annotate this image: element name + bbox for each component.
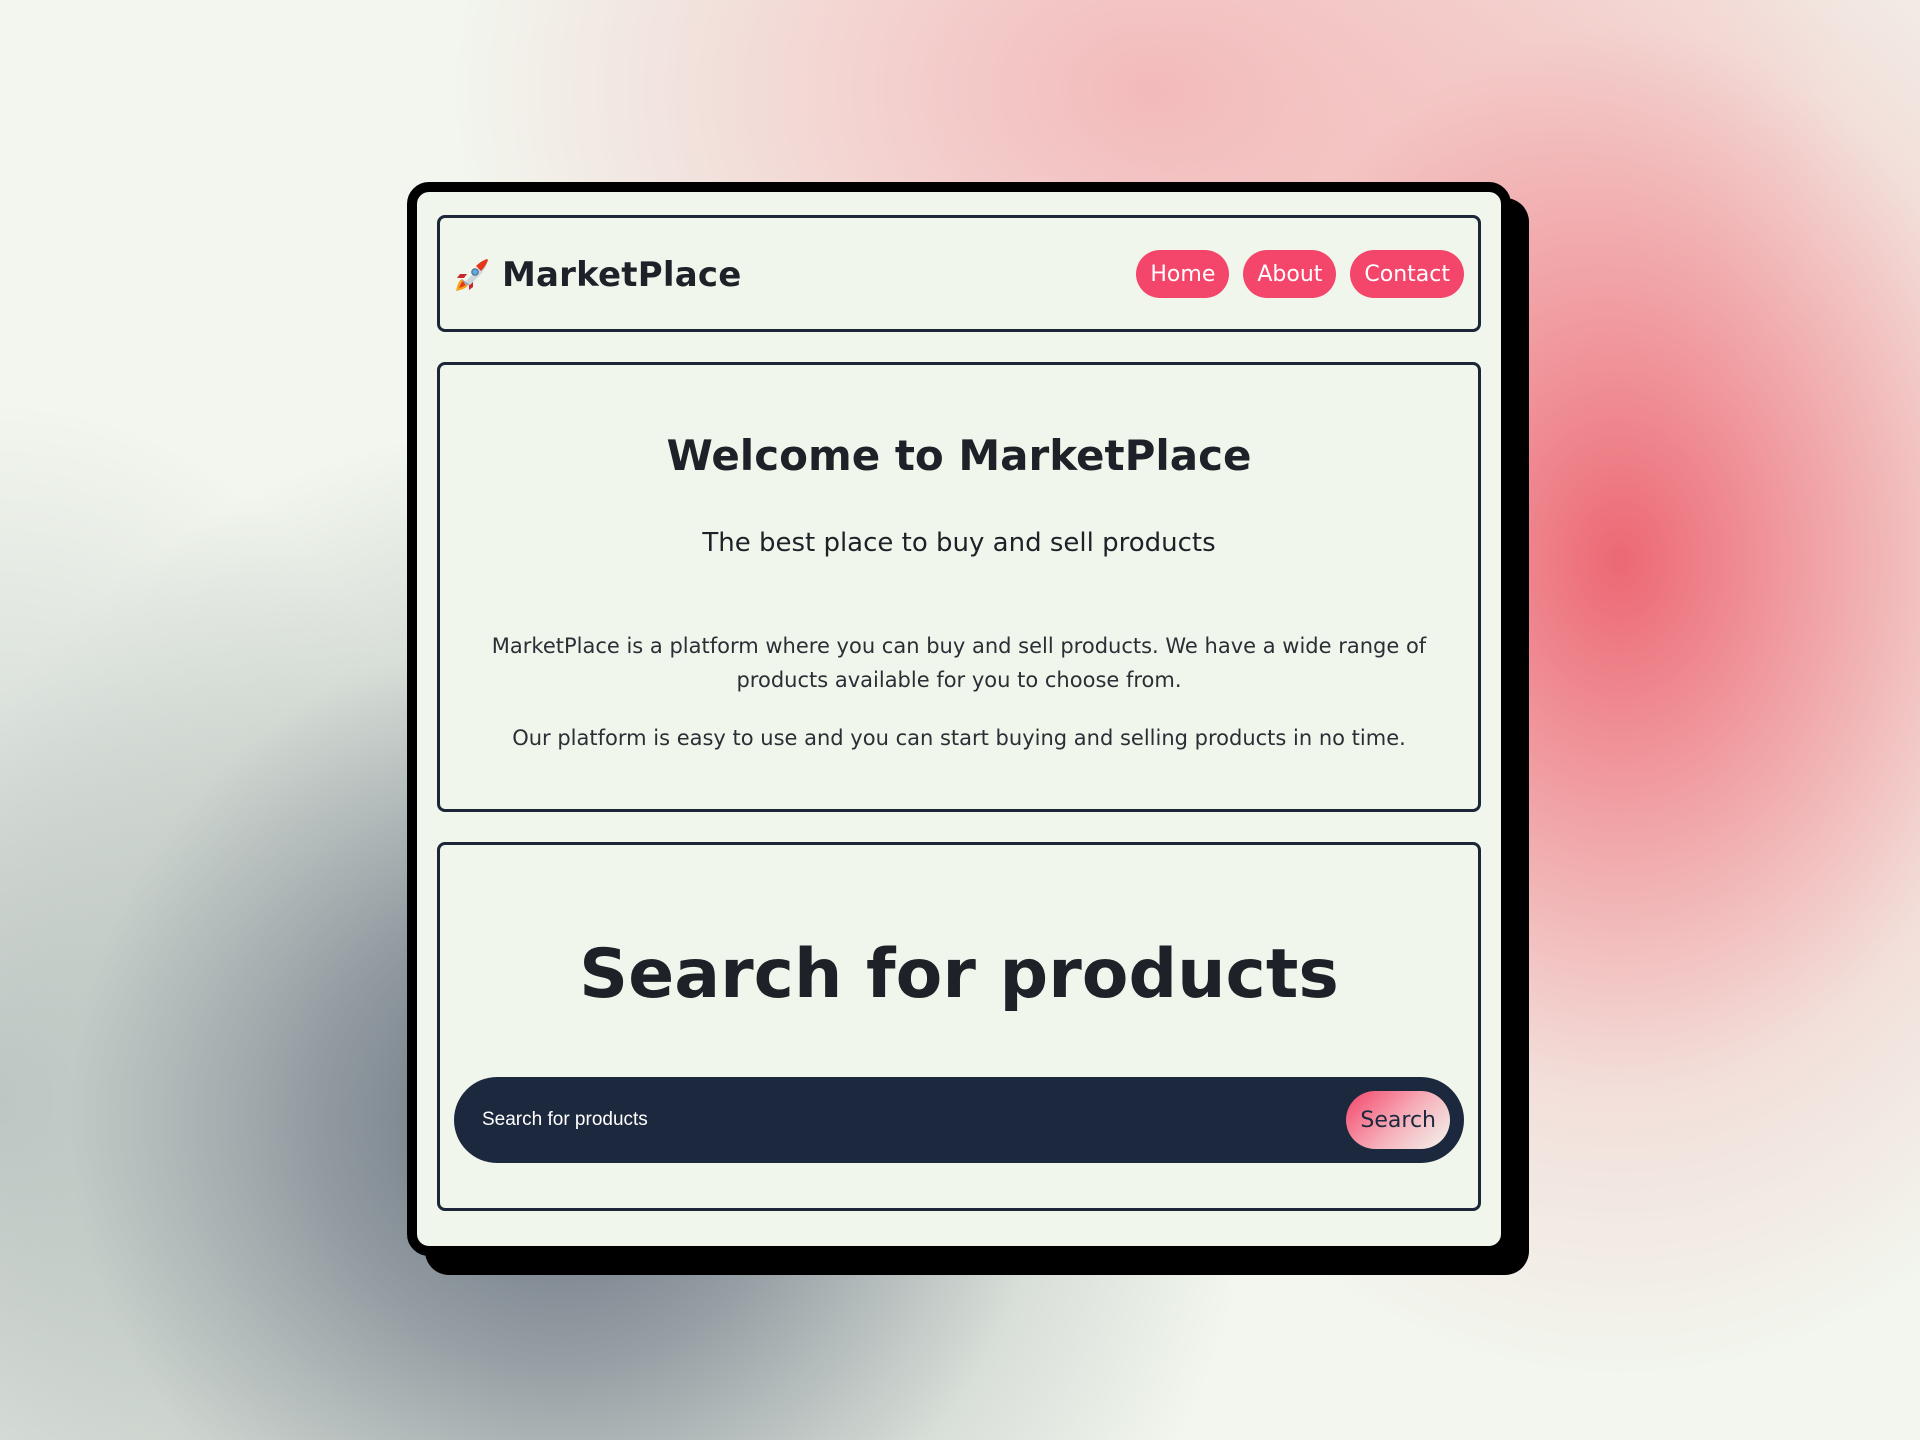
search-button[interactable]: Search <box>1346 1091 1450 1149</box>
brand[interactable]: MarketPlace <box>454 255 742 295</box>
nav-contact-button[interactable]: Contact <box>1350 250 1464 298</box>
hero-title: Welcome to MarketPlace <box>666 431 1252 480</box>
navbar: MarketPlace Home About Contact <box>437 215 1481 332</box>
hero-subtitle: The best place to buy and sell products <box>702 528 1216 558</box>
search-title: Search for products <box>579 935 1339 1014</box>
search-section: Search for products Search <box>437 842 1481 1211</box>
hero-paragraph: Our platform is easy to use and you can … <box>512 726 1406 750</box>
nav-home-button[interactable]: Home <box>1136 250 1230 298</box>
hero-section: Welcome to MarketPlace The best place to… <box>437 362 1481 812</box>
search-bar: Search <box>454 1077 1464 1163</box>
search-input[interactable] <box>482 1077 1302 1163</box>
nav-about-button[interactable]: About <box>1243 250 1337 298</box>
brand-name: MarketPlace <box>502 255 742 295</box>
app-window: MarketPlace Home About Contact Welcome t… <box>407 182 1511 1256</box>
hero-paragraph: MarketPlace is a platform where you can … <box>491 634 1427 692</box>
rocket-icon <box>456 258 489 291</box>
nav-links: Home About Contact <box>1136 250 1464 298</box>
